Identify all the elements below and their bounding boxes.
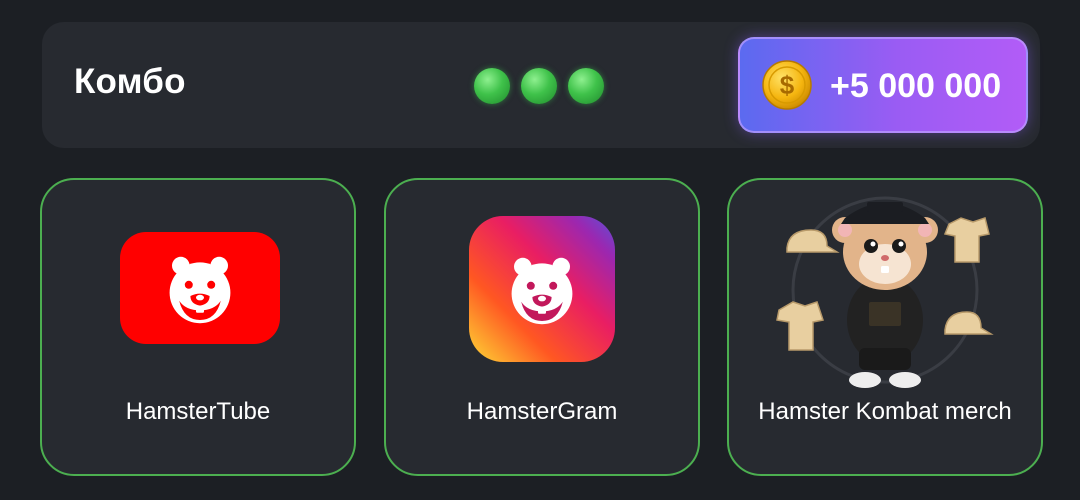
combo-title: Комбо (74, 62, 186, 101)
combo-dot-3 (568, 68, 604, 104)
card-label: HamsterTube (125, 398, 271, 425)
combo-reward-amount: +5 000 000 (830, 67, 1002, 105)
combo-reward-button[interactable]: $ +5 000 000 (738, 37, 1028, 133)
hamstergram-icon (469, 216, 615, 362)
hamster-merch-icon (776, 196, 994, 388)
combo-dot-2 (521, 68, 557, 104)
combo-card-hamstergram[interactable]: HamsterGram (384, 178, 700, 476)
hamstertube-icon (120, 232, 280, 344)
svg-text:$: $ (780, 70, 795, 100)
combo-panel: Комбо $ +5 000 000 (42, 22, 1040, 148)
card-label: Hamster Kombat merch (758, 398, 1012, 425)
card-label: HamsterGram (466, 398, 618, 425)
coin-icon: $ (762, 60, 812, 110)
combo-dot-1 (474, 68, 510, 104)
combo-card-hamstertube[interactable]: HamsterTube (40, 178, 356, 476)
combo-card-hamster-merch[interactable]: Hamster Kombat merch (727, 178, 1043, 476)
combo-progress-dots (474, 68, 604, 104)
